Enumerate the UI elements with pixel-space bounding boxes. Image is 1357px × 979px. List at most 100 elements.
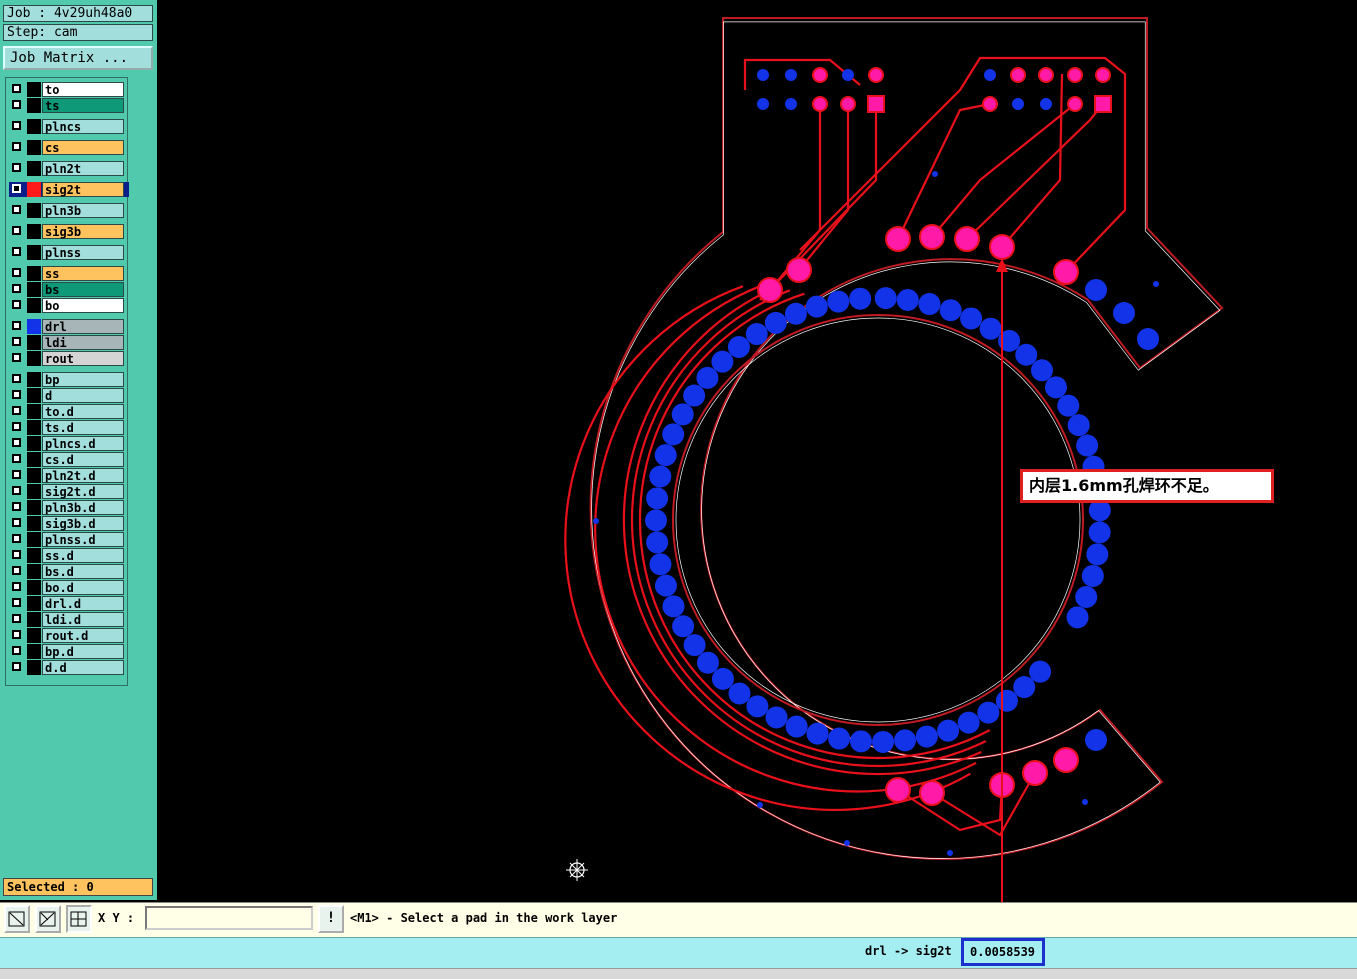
layer-color-swatch bbox=[27, 203, 41, 218]
layer-checkbox[interactable] bbox=[12, 646, 21, 655]
layer-checkbox[interactable] bbox=[12, 247, 21, 256]
cursor-crosshair-icon bbox=[566, 859, 588, 881]
layer-checkbox[interactable] bbox=[12, 300, 21, 309]
layer-row-to-d[interactable]: to.d bbox=[9, 404, 129, 419]
layer-row-bs[interactable]: bs bbox=[9, 282, 129, 297]
layer-checkbox[interactable] bbox=[12, 268, 21, 277]
layer-checkbox[interactable] bbox=[12, 662, 21, 671]
small-pad bbox=[840, 96, 856, 112]
pad bbox=[989, 234, 1015, 260]
layer-name: ts.d bbox=[42, 420, 124, 435]
layer-row-pln2t[interactable]: pln2t bbox=[9, 161, 129, 176]
layer-checkbox[interactable] bbox=[12, 205, 21, 214]
layer-checkbox[interactable] bbox=[12, 470, 21, 479]
layer-checkbox[interactable] bbox=[12, 163, 21, 172]
layer-row-ss-d[interactable]: ss.d bbox=[9, 548, 129, 563]
layer-row-ts[interactable]: ts bbox=[9, 98, 129, 113]
zoom-box-button[interactable] bbox=[4, 905, 30, 933]
drill-hole bbox=[1030, 359, 1053, 382]
trace-segment bbox=[966, 103, 1104, 240]
layer-checkbox[interactable] bbox=[12, 321, 21, 330]
drill-hole bbox=[671, 403, 694, 426]
layer-row-rout[interactable]: rout bbox=[9, 351, 129, 366]
layer-color-swatch bbox=[27, 660, 41, 675]
layer-row-sig2t-d[interactable]: sig2t.d bbox=[9, 484, 129, 499]
layer-checkbox[interactable] bbox=[12, 486, 21, 495]
layer-row-cs[interactable]: cs bbox=[9, 140, 129, 155]
layer-list: to ts plncs cs pln2t sig2t pln3b sig3b plnss ss bs… bbox=[5, 77, 129, 686]
layer-row-bo-d[interactable]: bo.d bbox=[9, 580, 129, 595]
layer-color-swatch bbox=[27, 82, 41, 97]
trace-arc bbox=[630, 289, 987, 768]
layer-checkbox[interactable] bbox=[12, 550, 21, 559]
drill-hole bbox=[1086, 543, 1109, 566]
via bbox=[947, 850, 953, 856]
layer-row-sig3b-d[interactable]: sig3b.d bbox=[9, 516, 129, 531]
layer-row-plnss[interactable]: plnss bbox=[9, 245, 129, 260]
layer-row-ldi-d[interactable]: ldi.d bbox=[9, 612, 129, 627]
layer-row-plncs-d[interactable]: plncs.d bbox=[9, 436, 129, 451]
layer-row-bs-d[interactable]: bs.d bbox=[9, 564, 129, 579]
layer-checkbox[interactable] bbox=[12, 582, 21, 591]
xy-input[interactable] bbox=[145, 906, 313, 930]
layer-checkbox[interactable] bbox=[12, 390, 21, 399]
layer-name: drl.d bbox=[42, 596, 124, 611]
layer-name: rout.d bbox=[42, 628, 124, 643]
layer-checkbox[interactable] bbox=[12, 337, 21, 346]
warning-button[interactable]: ! bbox=[318, 905, 344, 933]
layer-row-pln3b[interactable]: pln3b bbox=[9, 203, 129, 218]
layer-checkbox[interactable] bbox=[12, 534, 21, 543]
layer-checkbox[interactable] bbox=[12, 614, 21, 623]
layer-checkbox[interactable] bbox=[12, 454, 21, 463]
grid-snap-button[interactable] bbox=[66, 905, 92, 933]
layer-row-ldi[interactable]: ldi bbox=[9, 335, 129, 350]
job-matrix-button[interactable]: Job Matrix ... bbox=[3, 46, 153, 70]
layer-row-bp-d[interactable]: bp.d bbox=[9, 644, 129, 659]
layer-checkbox[interactable] bbox=[12, 406, 21, 415]
layer-checkbox[interactable] bbox=[12, 438, 21, 447]
layer-row-sig2t[interactable]: sig2t bbox=[9, 182, 129, 197]
layer-row-ts-d[interactable]: ts.d bbox=[9, 420, 129, 435]
drill-hole bbox=[918, 293, 941, 316]
layer-checkbox[interactable] bbox=[12, 630, 21, 639]
drill-hole bbox=[1013, 676, 1036, 699]
layer-checkbox[interactable] bbox=[12, 502, 21, 511]
layer-row-drl-d[interactable]: drl.d bbox=[9, 596, 129, 611]
layer-row-d-d[interactable]: d.d bbox=[9, 660, 129, 675]
measure-tool-button[interactable] bbox=[35, 905, 61, 933]
drill-hole bbox=[654, 574, 677, 597]
layer-checkbox[interactable] bbox=[12, 374, 21, 383]
layer-checkbox[interactable] bbox=[12, 518, 21, 527]
layer-checkbox[interactable] bbox=[12, 121, 21, 130]
small-drill bbox=[785, 69, 797, 81]
layer-row-sig3b[interactable]: sig3b bbox=[9, 224, 129, 239]
layer-checkbox[interactable] bbox=[12, 226, 21, 235]
layer-checkbox[interactable] bbox=[12, 422, 21, 431]
layer-row-ss[interactable]: ss bbox=[9, 266, 129, 281]
layer-checkbox[interactable] bbox=[12, 100, 21, 109]
drill-hole bbox=[654, 444, 677, 467]
layer-checkbox[interactable] bbox=[12, 566, 21, 575]
layer-row-d[interactable]: d bbox=[9, 388, 129, 403]
layer-color-swatch bbox=[27, 564, 41, 579]
layer-row-plnss-d[interactable]: plnss.d bbox=[9, 532, 129, 547]
graphics-canvas[interactable] bbox=[157, 0, 1357, 902]
layer-checkbox[interactable] bbox=[12, 284, 21, 293]
layer-checkbox[interactable] bbox=[12, 353, 21, 362]
layer-checkbox[interactable] bbox=[12, 184, 21, 193]
layer-name: d.d bbox=[42, 660, 124, 675]
layer-row-to[interactable]: to bbox=[9, 82, 129, 97]
layer-checkbox[interactable] bbox=[12, 598, 21, 607]
layer-row-pln2t-d[interactable]: pln2t.d bbox=[9, 468, 129, 483]
layer-row-cs-d[interactable]: cs.d bbox=[9, 452, 129, 467]
layer-row-drl[interactable]: drl bbox=[9, 319, 129, 334]
layer-row-bo[interactable]: bo bbox=[9, 298, 129, 313]
layer-row-plncs[interactable]: plncs bbox=[9, 119, 129, 134]
layer-checkbox[interactable] bbox=[12, 84, 21, 93]
drill-hole bbox=[957, 711, 980, 734]
drill-hole bbox=[645, 509, 668, 532]
layer-row-rout-d[interactable]: rout.d bbox=[9, 628, 129, 643]
layer-row-pln3b-d[interactable]: pln3b.d bbox=[9, 500, 129, 515]
layer-row-bp[interactable]: bp bbox=[9, 372, 129, 387]
layer-checkbox[interactable] bbox=[12, 142, 21, 151]
